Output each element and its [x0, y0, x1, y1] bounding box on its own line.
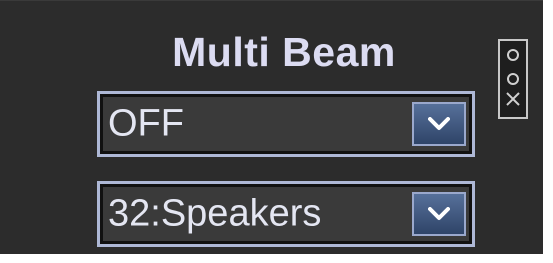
panel-title: Multi Beam — [172, 29, 396, 75]
speaker-count-select-field: 32:Speakers — [103, 187, 469, 241]
multi-beam-select-value: OFF — [108, 102, 184, 145]
multi-beam-panel: Multi Beam OFF 32:Speakers — [0, 0, 543, 254]
grip-handle-glyph — [506, 49, 520, 106]
speaker-count-select-value: 32:Speakers — [108, 192, 322, 235]
grip-handle-icon[interactable] — [498, 39, 528, 119]
multi-beam-dropdown-button[interactable] — [412, 102, 466, 146]
speaker-count-select[interactable]: 32:Speakers — [97, 181, 475, 247]
multi-beam-select[interactable]: OFF — [97, 91, 475, 157]
multi-beam-select-field: OFF — [103, 97, 469, 151]
speaker-count-dropdown-button[interactable] — [412, 192, 466, 236]
chevron-down-icon — [428, 117, 450, 130]
chevron-down-icon — [428, 207, 450, 220]
